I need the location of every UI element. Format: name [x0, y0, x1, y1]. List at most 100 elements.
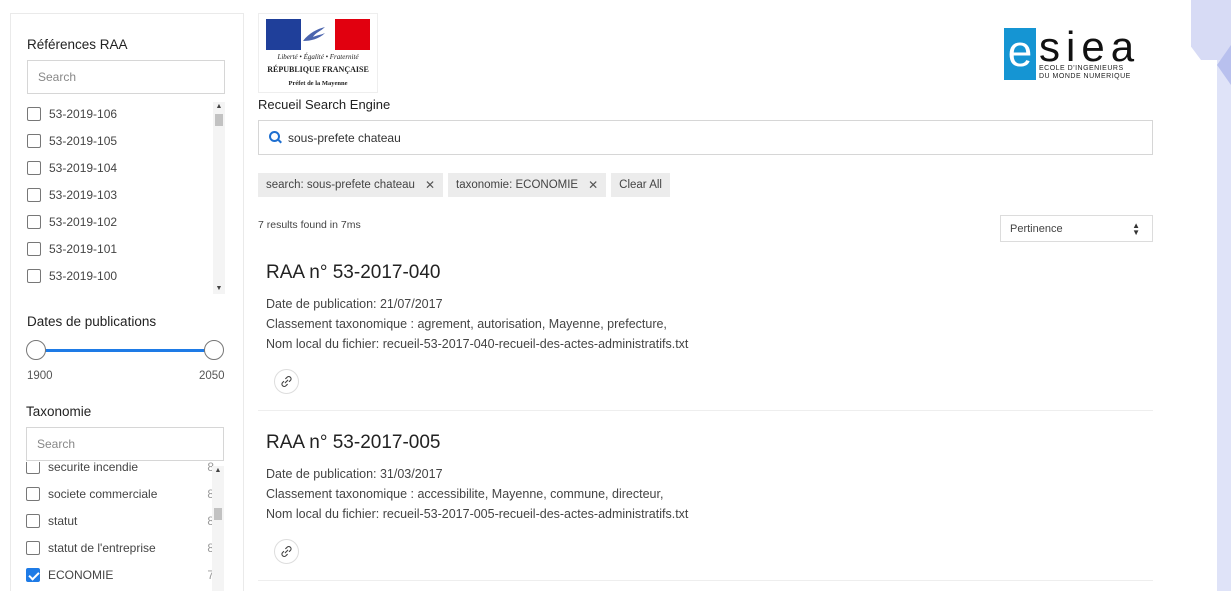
list-item[interactable]: 53-2019-104: [27, 154, 225, 181]
flag-icon: [266, 19, 371, 50]
esiea-e-box: e: [1004, 28, 1036, 80]
list-item[interactable]: 53-2019-103: [27, 181, 225, 208]
list-item[interactable]: 53-2019-106: [27, 100, 225, 127]
result-card: RAA n° 53-2017-005 Date de publication: …: [258, 428, 1153, 581]
checkbox[interactable]: [26, 540, 40, 555]
filter-tag-label: search: sous-prefete chateau: [266, 179, 415, 191]
scroll-thumb[interactable]: [215, 114, 223, 126]
taxonomy-title: Taxonomie: [26, 404, 92, 419]
filter-tag[interactable]: taxonomie: ECONOMIE ✕: [448, 173, 607, 197]
esiea-logo: e siea ECOLE D'INGENIEURS DU MONDE NUMER…: [1004, 24, 1144, 84]
filter-tag[interactable]: search: sous-prefete chateau ✕: [258, 173, 444, 197]
list-item-label: 53-2019-103: [49, 187, 118, 202]
date-min-label: 1900: [27, 370, 53, 382]
checkbox[interactable]: [27, 241, 41, 256]
dates-title: Dates de publications: [27, 314, 157, 329]
decorative-corner: [1191, 0, 1231, 591]
list-item[interactable]: securite incendie 8: [26, 462, 224, 480]
references-search-input[interactable]: [27, 60, 225, 94]
scroll-thumb[interactable]: [214, 508, 222, 520]
result-card: RAA n° 53-2017-040 Date de publication: …: [258, 258, 1153, 411]
list-item-label: 53-2019-104: [49, 160, 118, 175]
rf-prefet: Préfet de la Mayenne: [288, 80, 348, 87]
list-item-label: 53-2019-102: [49, 214, 118, 229]
list-item[interactable]: societe commerciale 8: [26, 480, 224, 507]
esiea-line1: ECOLE D'INGENIEURS: [1039, 65, 1124, 72]
taxonomy-list: securite incendie 8 societe commerciale 8 …: [26, 462, 224, 591]
list-item-label: 53-2019-100: [49, 268, 118, 283]
checkbox-checked[interactable]: [26, 567, 40, 582]
rf-motto: Liberté • Égalité • Fraternité: [277, 53, 359, 61]
result-title[interactable]: RAA n° 53-2017-005: [266, 432, 441, 454]
list-item[interactable]: statut 8: [26, 507, 224, 534]
checkbox[interactable]: [26, 462, 40, 474]
search-query-value: sous-prefete chateau: [288, 130, 401, 145]
checkbox[interactable]: [26, 513, 40, 528]
list-item-label: securite incendie: [48, 462, 139, 474]
date-range-track[interactable]: [37, 349, 212, 352]
result-date: Date de publication: 21/07/2017: [266, 297, 443, 311]
list-item[interactable]: 53-2019-100: [27, 262, 225, 289]
checkbox[interactable]: [27, 106, 41, 121]
esiea-wordmark: siea: [1039, 23, 1141, 70]
list-item-label: societe commerciale: [48, 486, 158, 501]
result-file: Nom local du fichier: recueil-53-2017-04…: [266, 337, 689, 351]
checkbox[interactable]: [27, 160, 41, 175]
flag-red: [335, 19, 371, 50]
checkbox[interactable]: [27, 187, 41, 202]
references-list: 53-2019-106 53-2019-105 53-2019-104 53-2…: [27, 100, 225, 300]
list-item[interactable]: ECONOMIE 7: [26, 561, 224, 588]
results-count: 7 results found in 7ms: [258, 219, 361, 231]
close-icon[interactable]: ✕: [588, 178, 598, 192]
search-icon: [269, 131, 282, 144]
corner-band: [1217, 0, 1231, 591]
taxonomy-scrollbar[interactable]: ▲: [212, 466, 224, 591]
flag-white: [300, 19, 336, 50]
list-item-label: 53-2019-101: [49, 241, 118, 256]
sort-select[interactable]: Pertinence ▲ ▼: [1000, 215, 1153, 242]
list-item-label: statut de l'entreprise: [48, 540, 156, 555]
references-scrollbar[interactable]: ▲ ▼: [213, 102, 225, 294]
scroll-up-icon[interactable]: ▲: [212, 466, 224, 476]
filter-tag-label: taxonomie: ECONOMIE: [456, 179, 579, 191]
list-item[interactable]: 53-2019-105: [27, 127, 225, 154]
list-item-label: statut: [48, 513, 78, 528]
clear-all-button[interactable]: Clear All: [611, 173, 670, 197]
link-button[interactable]: [274, 369, 299, 394]
references-title: Références RAA: [27, 37, 128, 52]
corner-notch: [1217, 45, 1231, 85]
taxonomy-search-input[interactable]: [26, 427, 224, 461]
list-item-label: ECONOMIE: [48, 567, 114, 582]
sort-arrows-icon: ▲ ▼: [1132, 221, 1140, 237]
checkbox[interactable]: [27, 268, 41, 283]
date-max-handle[interactable]: [204, 340, 224, 360]
list-item[interactable]: 53-2019-102: [27, 208, 225, 235]
link-icon: [281, 376, 292, 387]
scroll-up-icon[interactable]: ▲: [213, 102, 225, 112]
date-min-handle[interactable]: [26, 340, 46, 360]
list-item-label: 53-2019-106: [49, 106, 118, 121]
list-item[interactable]: statut de l'entreprise 8: [26, 534, 224, 561]
checkbox[interactable]: [27, 133, 41, 148]
checkbox[interactable]: [27, 214, 41, 229]
rf-republique: RÉPUBLIQUE FRANÇAISE: [267, 65, 369, 74]
result-taxonomy: Classement taxonomique : agrement, autor…: [266, 317, 667, 331]
result-title[interactable]: RAA n° 53-2017-040: [266, 262, 441, 284]
list-item-label: 53-2019-105: [49, 133, 118, 148]
main-search-input[interactable]: sous-prefete chateau: [258, 120, 1153, 155]
link-button[interactable]: [274, 539, 299, 564]
active-filters: search: sous-prefete chateau ✕ taxonomie:…: [258, 173, 670, 197]
date-max-label: 2050: [199, 370, 225, 382]
result-date: Date de publication: 31/03/2017: [266, 467, 443, 481]
republique-francaise-logo: Liberté • Égalité • Fraternité RÉPUBLIQU…: [258, 13, 378, 93]
page-title: Recueil Search Engine: [258, 97, 391, 112]
list-item[interactable]: 53-2019-101: [27, 235, 225, 262]
scroll-down-icon[interactable]: ▼: [213, 284, 225, 294]
result-file: Nom local du fichier: recueil-53-2017-00…: [266, 507, 689, 521]
checkbox[interactable]: [26, 486, 40, 501]
close-icon[interactable]: ✕: [425, 178, 435, 192]
sort-select-value: Pertinence: [1010, 222, 1063, 235]
result-taxonomy: Classement taxonomique : accessibilite, …: [266, 487, 664, 501]
link-icon: [281, 546, 292, 557]
esiea-line2: DU MONDE NUMERIQUE: [1039, 73, 1131, 80]
